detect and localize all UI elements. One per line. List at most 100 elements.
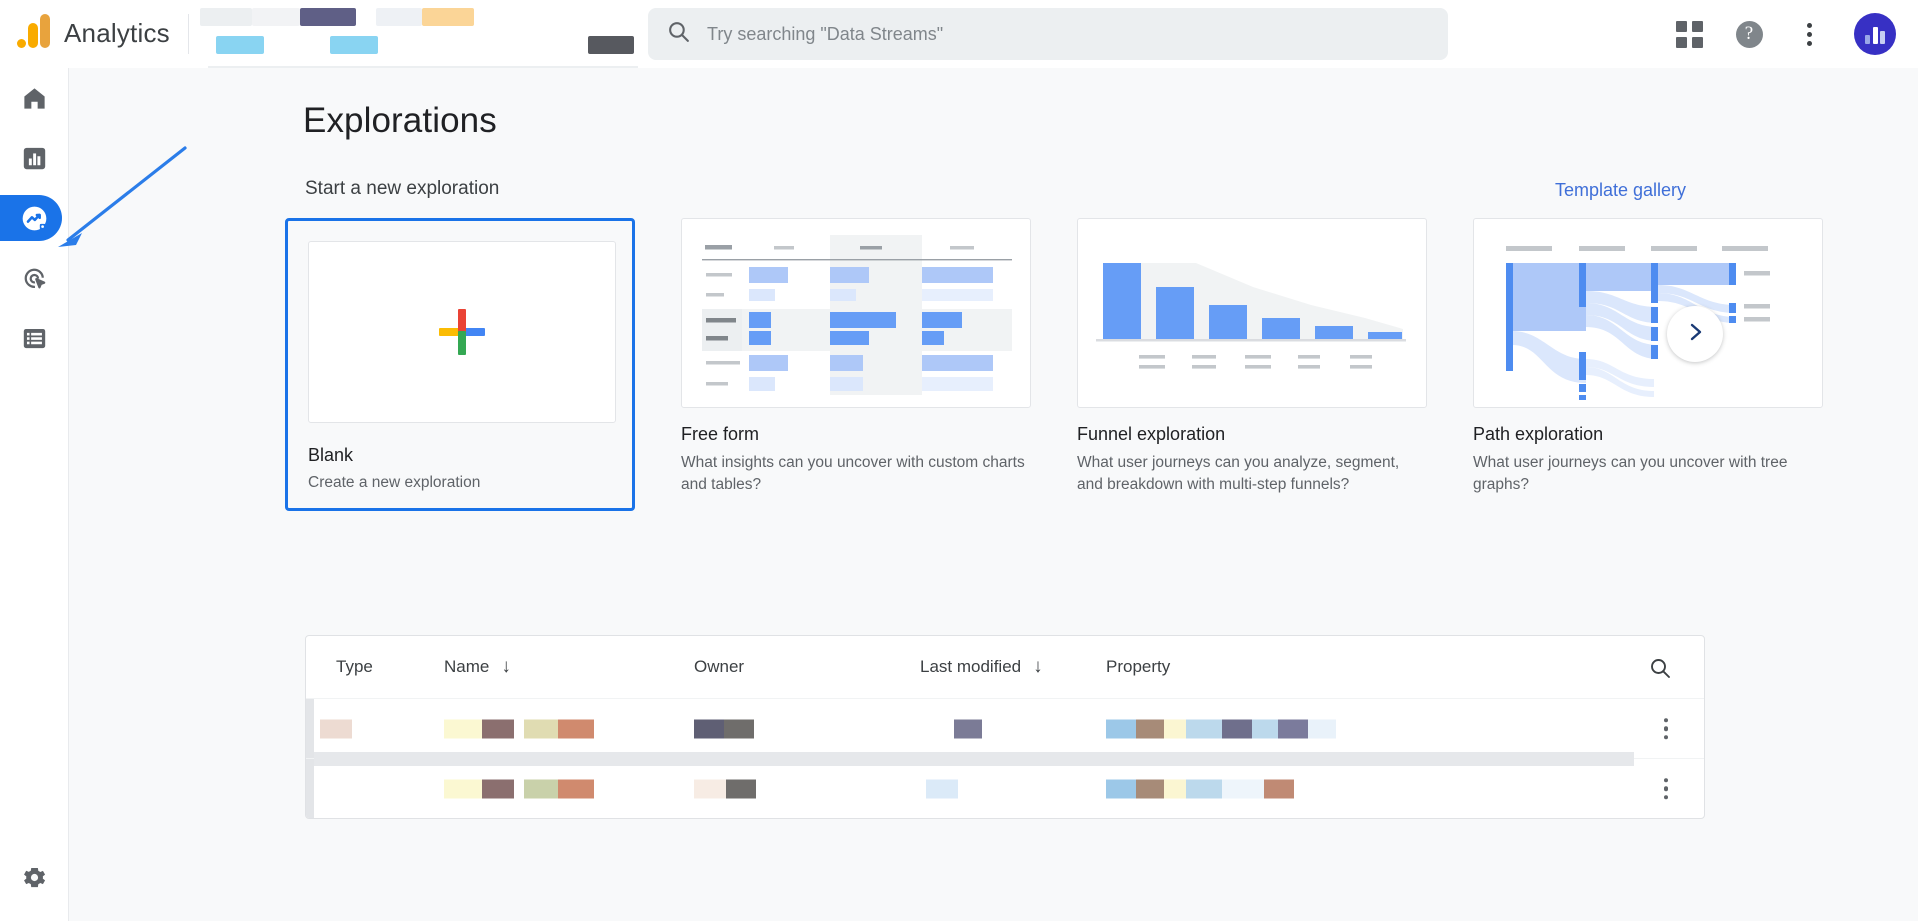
google-plus-icon [439,309,485,355]
template-card-funnel-exploration[interactable]: Funnel exploration What user journeys ca… [1077,218,1427,511]
top-bar-actions: ? [1674,0,1896,68]
explorations-table: Type Name ↓ Owner Last modified ↓ Property [305,635,1705,819]
sidebar-item-reports[interactable] [0,128,69,188]
redacted-block [251,7,300,26]
card-title: Free form [681,424,760,444]
column-label: Last modified [920,657,1022,676]
redacted-cell [954,719,982,738]
redacted-cell [1278,719,1308,738]
card-description: What user journeys can you uncover with … [1473,454,1788,494]
table-column-header[interactable]: Type [336,657,373,677]
apps-grid-icon[interactable] [1674,19,1704,49]
redacted-block [199,7,252,26]
card-description: What insights can you uncover with custo… [681,454,1025,494]
redacted-cell [1164,719,1186,738]
explore-icon [20,204,49,233]
redacted-block [375,7,422,26]
account-property-selector[interactable] [195,0,634,68]
account-avatar-icon[interactable] [1854,13,1896,55]
template-card-free-form[interactable]: Free form What insights can you uncover … [681,218,1031,511]
card-description: Create a new exploration [308,474,481,491]
redacted-cell [524,779,558,798]
redacted-cell [1308,719,1336,738]
redacted-block [587,35,634,54]
table-header-row: Type Name ↓ Owner Last modified ↓ Property [306,636,1704,698]
help-icon[interactable]: ? [1734,19,1764,49]
redacted-cell [1264,779,1294,798]
gear-icon [21,864,48,896]
table-column-header[interactable]: Owner [694,657,744,677]
arrow-down-icon: ↓ [501,656,511,677]
blank-thumbnail [308,241,616,423]
chevron-right-icon [1683,320,1707,349]
column-label: Name [444,657,490,676]
sidebar-item-advertising[interactable] [0,248,69,308]
table-column-header[interactable]: Property [1106,657,1170,677]
redacted-cell [926,779,958,798]
redacted-cell [444,779,482,798]
template-gallery-link[interactable]: Template gallery [1555,180,1686,201]
top-bar: Analytics ? [0,0,1918,68]
help-glyph: ? [1735,20,1763,48]
table-column-header[interactable]: Name ↓ [444,656,511,678]
redacted-cell [1222,779,1264,798]
redacted-cell [1106,719,1136,738]
card-title: Blank [308,445,354,465]
arrow-down-icon: ↓ [1033,656,1043,677]
row-more-vert-icon[interactable] [1663,717,1668,740]
redacted-cell [524,719,558,738]
table-chart-thumbnail [681,218,1031,408]
redacted-cell [482,719,514,738]
carousel-next-button[interactable] [1667,306,1723,362]
column-label: Owner [694,657,745,676]
redacted-cell [1136,779,1164,798]
bar-chart-icon [21,145,48,172]
table-row[interactable] [306,698,1704,758]
settings-button[interactable] [0,855,69,905]
sidebar-item-explore[interactable] [0,188,69,248]
redacted-cell [482,779,514,798]
redacted-cell [558,779,594,798]
target-cursor-icon [21,265,48,292]
redacted-cell [444,719,482,738]
section-label: Start a new exploration [305,178,500,199]
template-card-blank[interactable]: Blank Create a new exploration [285,218,635,512]
exploration-template-cards: Blank Create a new exploration Free form… [285,218,1823,512]
home-icon [21,85,48,112]
redacted-block [421,7,474,26]
row-more-vert-icon[interactable] [1663,777,1668,800]
search-input[interactable] [707,23,1430,45]
card-title: Path exploration [1473,424,1604,444]
redacted-cell [724,719,754,738]
search-bar[interactable] [648,8,1448,60]
sidebar-item-home[interactable] [0,68,69,128]
table-column-header[interactable]: Last modified ↓ [920,656,1043,678]
table-row[interactable] [306,752,1704,818]
redacted-cell [1252,719,1278,738]
header-divider [187,13,189,54]
redacted-cell [558,719,594,738]
redacted-block [329,35,378,54]
table-search-icon[interactable] [1648,656,1672,685]
more-vert-icon[interactable] [1794,19,1824,49]
redacted-cell [320,719,352,738]
brand-title: Analytics [64,18,170,48]
page-title: Explorations [303,101,497,140]
sankey-chart-thumbnail [1473,218,1823,408]
redacted-cell [1164,779,1186,798]
sidebar-item-configure[interactable] [0,308,69,368]
redacted-cell [1186,779,1222,798]
template-card-path-exploration[interactable]: Path exploration What user journeys can … [1473,218,1823,511]
redacted-block [299,7,356,26]
main-content: Explorations Start a new exploration Tem… [69,68,1918,921]
selector-underline [208,66,638,68]
horizontal-scrollbar[interactable] [314,752,1634,766]
card-description: What user journeys can you analyze, segm… [1077,454,1400,494]
redacted-cell [694,779,726,798]
redacted-cell [1136,719,1164,738]
redacted-block [215,35,264,54]
redacted-cell [1186,719,1222,738]
redacted-cell [694,719,724,738]
search-icon [666,19,691,49]
left-nav-rail [0,68,69,921]
